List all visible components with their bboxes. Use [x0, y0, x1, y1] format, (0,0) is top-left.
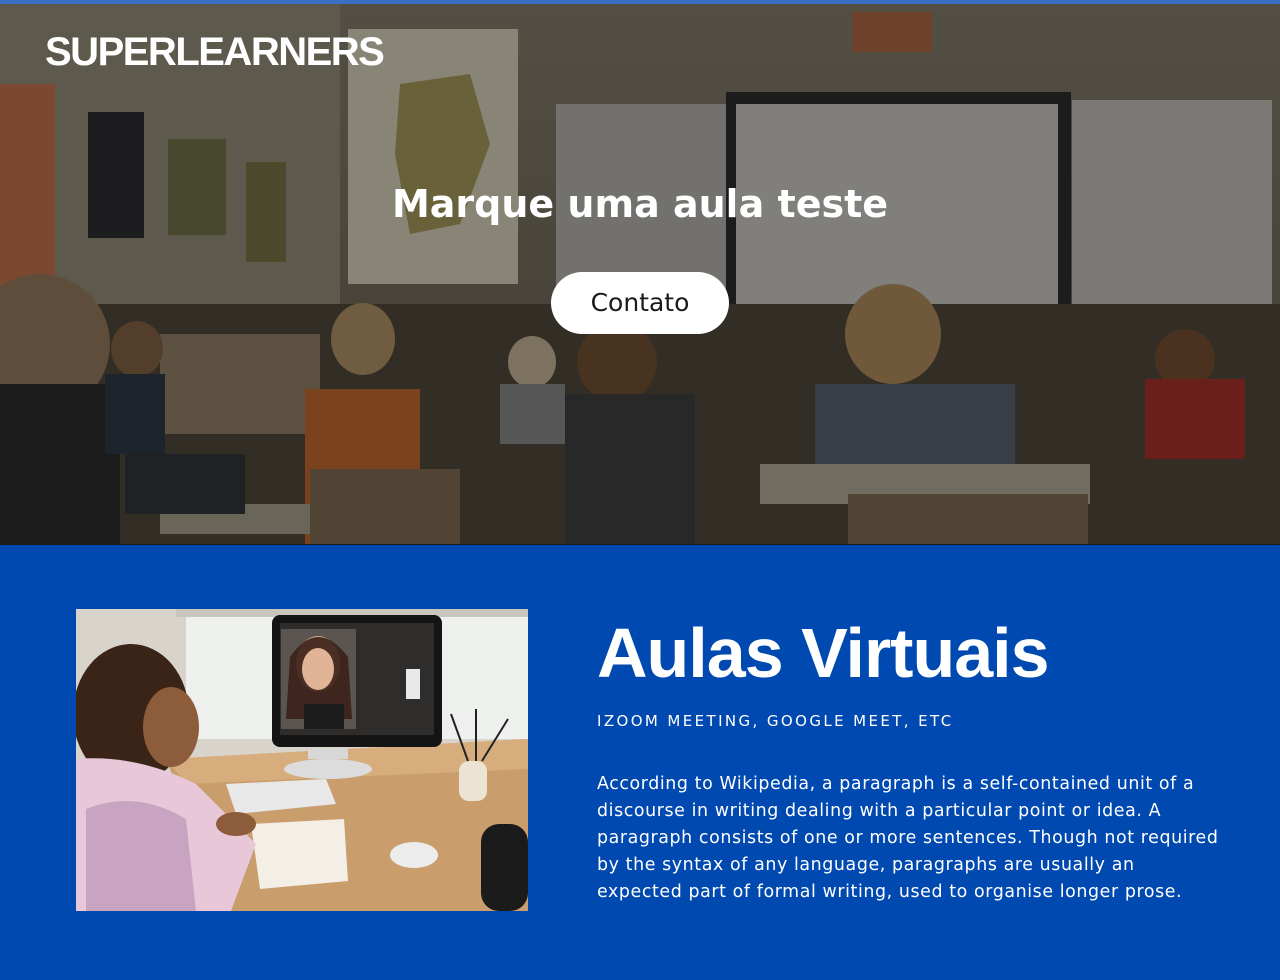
girl-video-call-image [76, 609, 528, 911]
brand-logo[interactable]: SUPERLEARNERS [45, 32, 385, 72]
virtual-classes-section: Aulas Virtuais IZOOM MEETING, GOOGLE MEE… [0, 545, 1280, 980]
section-description: According to Wikipedia, a paragraph is a… [597, 774, 1219, 902]
virtual-class-photo [76, 609, 528, 911]
hero-title: Marque uma aula teste [391, 182, 889, 226]
contact-button[interactable]: Contato [551, 272, 729, 334]
hero-banner: SUPERLEARNERS Marque uma aula teste Cont… [0, 0, 1280, 545]
section-title: Aulas Virtuais [597, 614, 1050, 692]
section-subtitle: IZOOM MEETING, GOOGLE MEET, ETC [597, 712, 954, 730]
